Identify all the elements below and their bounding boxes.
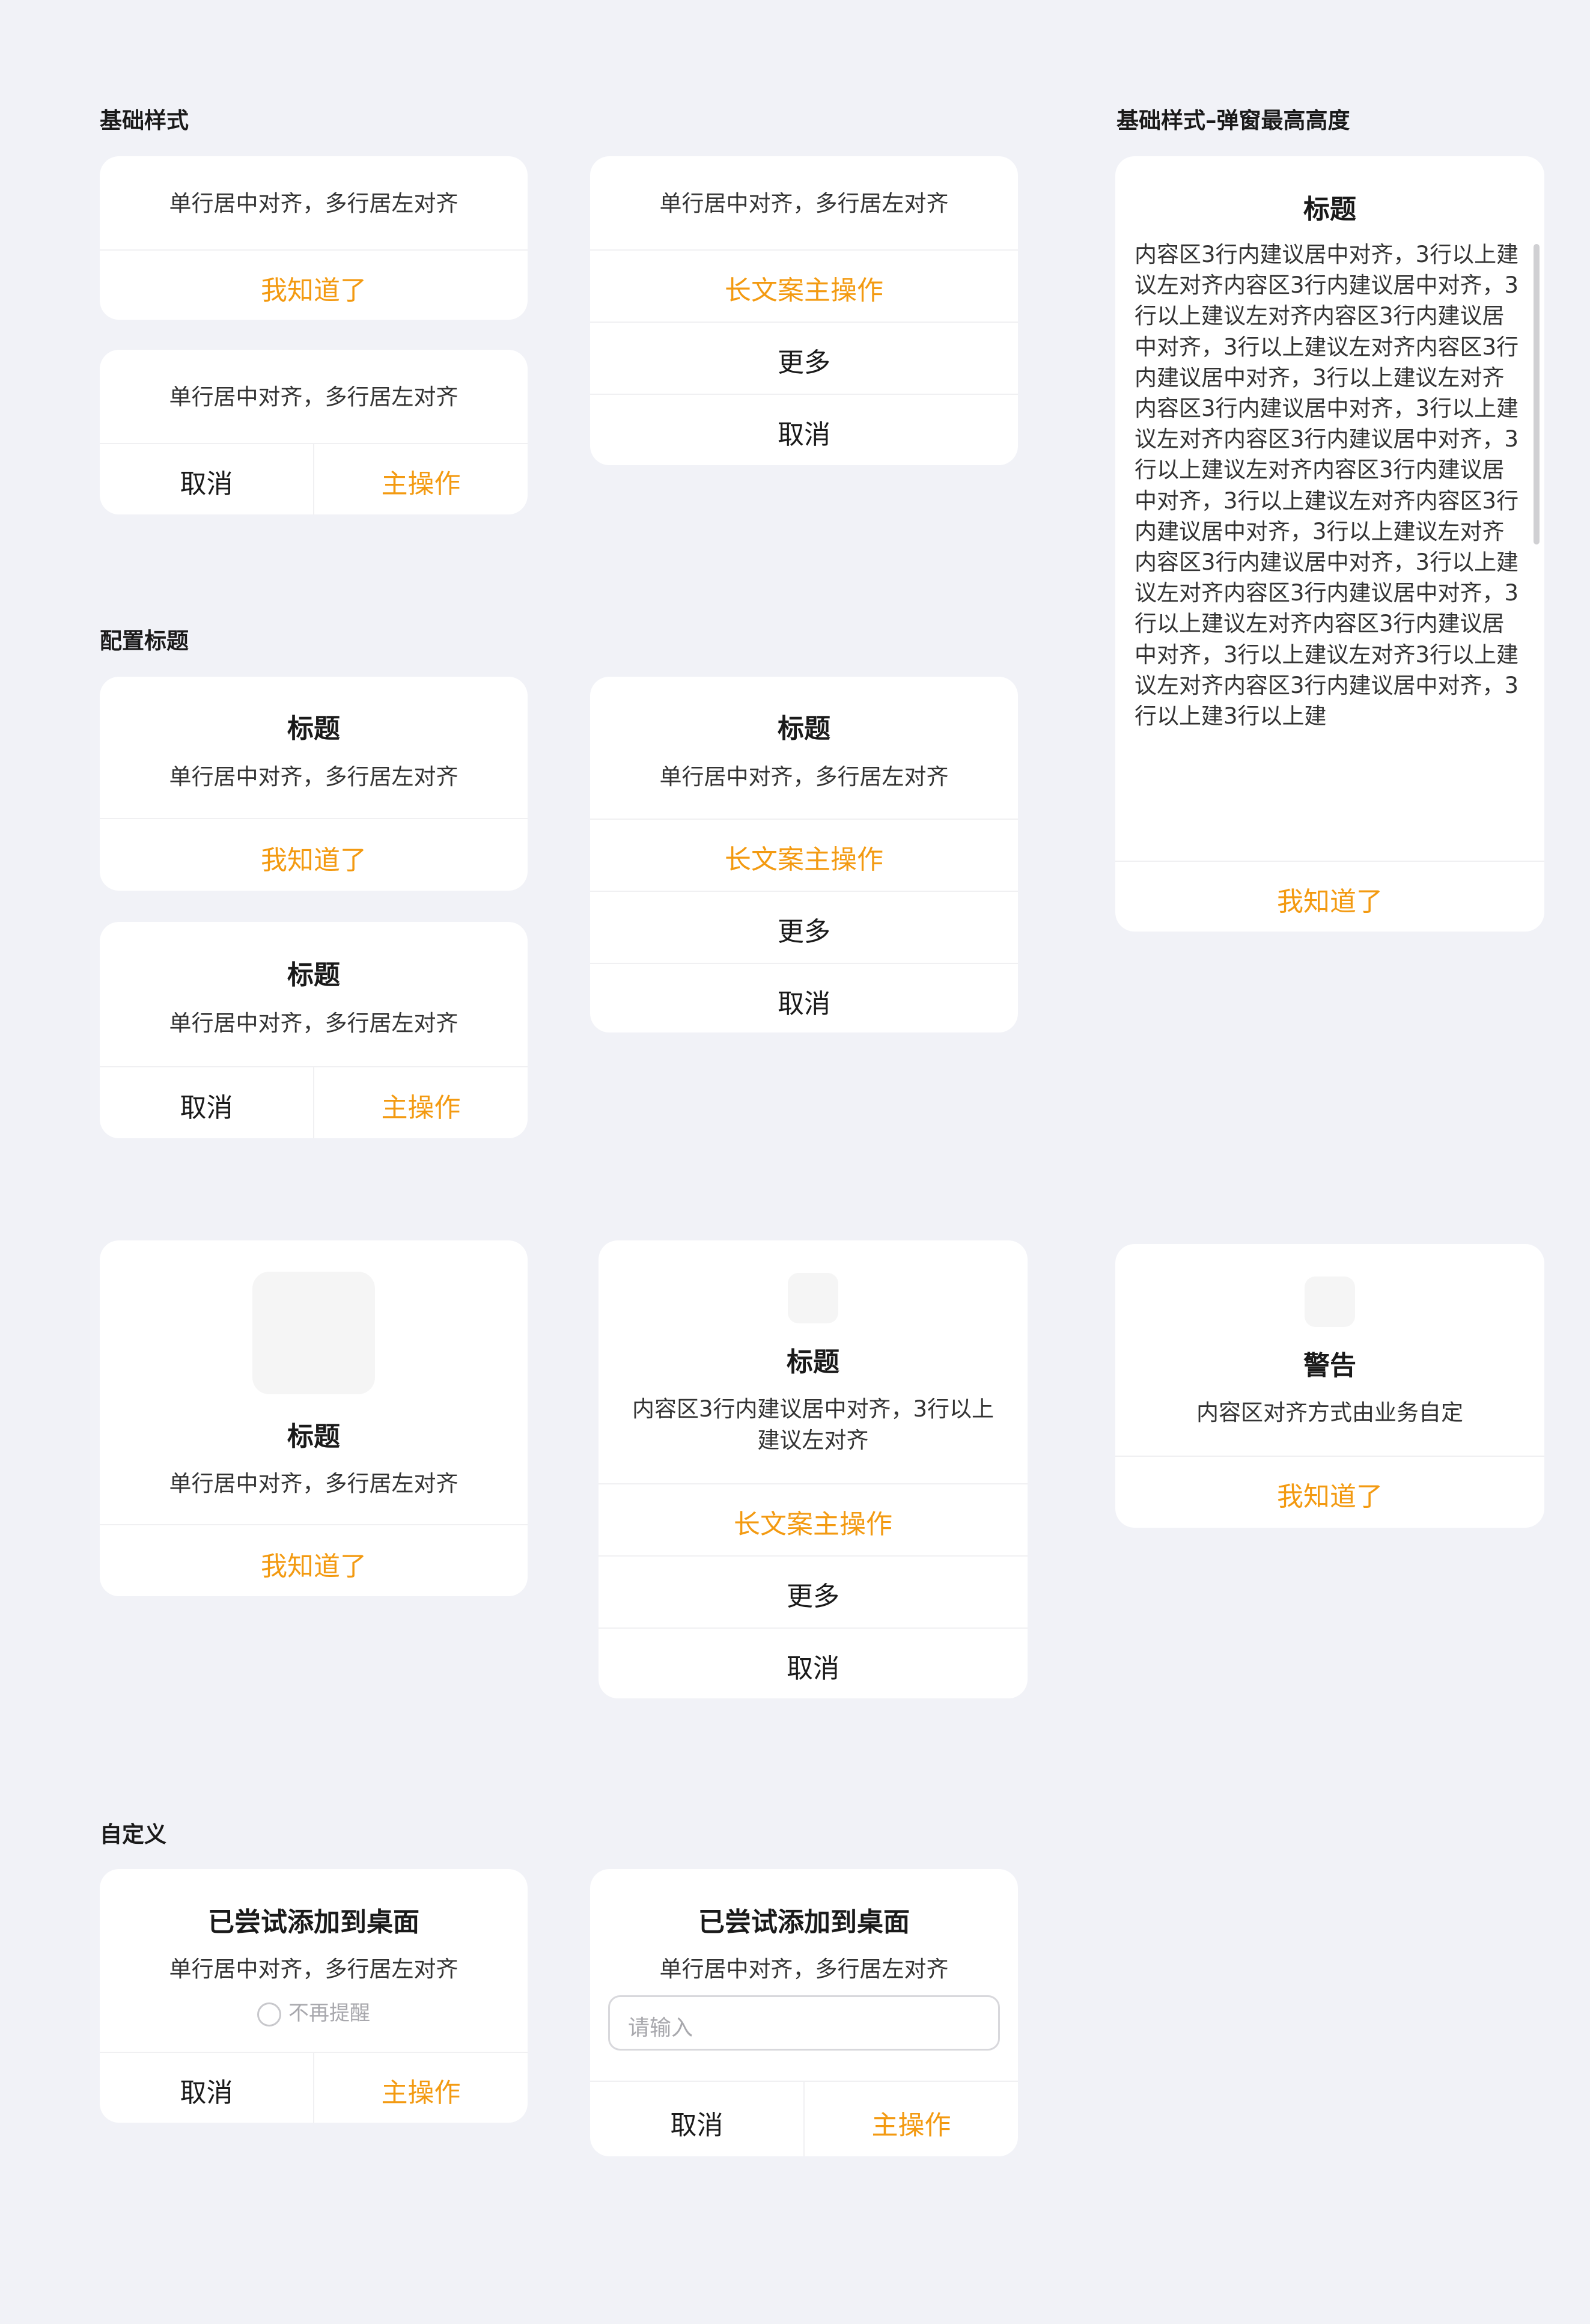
divider [599,1555,1028,1557]
divider [590,819,1018,820]
divider [599,1483,1028,1484]
dialog-custom-input: 已尝试添加到桌面 单行居中对齐，多行居左对齐 请输入 取消 主操作 [590,1869,1018,2156]
more-button[interactable]: 更多 [599,1575,1028,1613]
dialog-message: 单行居中对齐，多行居左对齐 [169,1471,458,1496]
dialog-with-image: 标题 单行居中对齐，多行居左对齐 我知道了 [100,1240,528,1596]
dialog-with-icon-vertical-buttons: 标题 内容区3行内建议居中对齐，3行以上 建议左对齐 长文案主操作 更多 取消 [599,1240,1028,1698]
primary-button[interactable]: 主操作 [314,2071,528,2109]
long-primary-button[interactable]: 长文案主操作 [590,269,1018,307]
dialog-message: 单行居中对齐，多行居左对齐 [659,764,949,790]
cancel-button[interactable]: 取消 [100,462,313,501]
got-it-button[interactable]: 我知道了 [100,269,528,307]
dialog-title: 标题 [787,1347,839,1377]
dont-remind-checkbox[interactable]: 不再提醒 [100,1996,528,2027]
cancel-button[interactable]: 取消 [599,1647,1028,1685]
got-it-button[interactable]: 我知道了 [1115,880,1544,918]
dialog-message: 单行居中对齐，多行居左对齐 [659,1956,949,1982]
divider [100,818,528,819]
long-primary-button[interactable]: 长文案主操作 [590,838,1018,876]
long-primary-button[interactable]: 长文案主操作 [599,1502,1028,1541]
cancel-button[interactable]: 取消 [590,2103,803,2142]
primary-button[interactable]: 主操作 [805,2103,1018,2142]
scrollbar[interactable] [1534,244,1540,544]
dialog-long-content: 内容区3行内建议居中对齐，3行以上建议左对齐内容区3行内建议居中对齐，3行以上建… [1135,242,1519,730]
got-it-button[interactable]: 我知道了 [1115,1475,1544,1513]
dialog-message-line2: 建议左对齐 [757,1427,869,1453]
cancel-button[interactable]: 取消 [100,2071,313,2109]
divider [590,891,1018,892]
got-it-button[interactable]: 我知道了 [100,1545,528,1583]
divider [100,1524,528,1525]
dialog-title-vertical-buttons: 标题 单行居中对齐，多行居左对齐 长文案主操作 更多 取消 [590,677,1018,1032]
dialog-title: 标题 [778,713,830,744]
dont-remind-label: 不再提醒 [288,2001,370,2025]
divider [590,322,1018,323]
section-title-with-title: 配置标题 [100,628,189,654]
dialog-title-single: 标题 单行居中对齐，多行居左对齐 我知道了 [100,677,528,891]
got-it-button[interactable]: 我知道了 [100,838,528,877]
dialog-basic-two-buttons: 单行居中对齐，多行居左对齐 取消 主操作 [100,350,528,514]
dialog-message: 单行居中对齐，多行居左对齐 [169,1956,458,1982]
cancel-button[interactable]: 取消 [100,1086,313,1124]
divider [100,249,528,251]
dialog-message-line1: 内容区3行内建议居中对齐，3行以上 [632,1396,995,1422]
primary-button[interactable]: 主操作 [314,1086,528,1124]
dialog-basic-single: 单行居中对齐，多行居左对齐 我知道了 [100,156,528,320]
divider [590,963,1018,964]
dialog-max-height: 标题 内容区3行内建议居中对齐，3行以上建议左对齐内容区3行内建议居中对齐，3行… [1115,156,1544,932]
dialog-basic-vertical-buttons: 单行居中对齐，多行居左对齐 长文案主操作 更多 取消 [590,156,1018,465]
dialog-title-two-buttons: 标题 单行居中对齐，多行居左对齐 取消 主操作 [100,922,528,1138]
dialog-message: 单行居中对齐，多行居左对齐 [659,191,949,216]
divider [590,249,1018,251]
dialog-title: 标题 [1303,194,1356,225]
dialog-title: 标题 [287,1421,340,1452]
warning-icon [1305,1276,1355,1327]
more-button[interactable]: 更多 [590,910,1018,948]
primary-button[interactable]: 主操作 [314,462,528,501]
dialog-title: 已尝试添加到桌面 [208,1907,419,1938]
dialog-title: 警告 [1303,1350,1356,1381]
section-title-basic: 基础样式 [100,108,189,133]
dialog-message: 单行居中对齐，多行居左对齐 [169,1010,458,1036]
image-placeholder-icon [252,1272,375,1394]
section-title-custom: 自定义 [100,1822,166,1847]
cancel-button[interactable]: 取消 [590,413,1018,451]
dialog-custom-checkbox: 已尝试添加到桌面 单行居中对齐，多行居左对齐 不再提醒 取消 主操作 [100,1869,528,2123]
dialog-title: 标题 [287,713,340,744]
more-button[interactable]: 更多 [590,341,1018,379]
divider [1115,861,1544,862]
dialog-message: 单行居中对齐，多行居左对齐 [169,191,458,216]
radio-circle-icon[interactable] [257,2002,281,2027]
divider [590,394,1018,395]
input-placeholder: 请输入 [628,2016,693,2040]
icon-placeholder-icon [788,1273,838,1323]
dialog-title: 标题 [287,960,340,990]
dialog-message: 内容区对齐方式由业务自定 [1196,1400,1463,1426]
dialog-message: 单行居中对齐，多行居左对齐 [169,384,458,410]
divider [599,1627,1028,1629]
cancel-button[interactable]: 取消 [590,982,1018,1020]
text-input[interactable]: 请输入 [608,1995,1000,2051]
section-title-basic-max-height: 基础样式–弹窗最高高度 [1116,108,1350,133]
dialog-warning: 警告 内容区对齐方式由业务自定 我知道了 [1115,1244,1544,1528]
divider [1115,1456,1544,1457]
dialog-message: 单行居中对齐，多行居左对齐 [169,764,458,790]
dialog-title: 已尝试添加到桌面 [698,1907,910,1938]
